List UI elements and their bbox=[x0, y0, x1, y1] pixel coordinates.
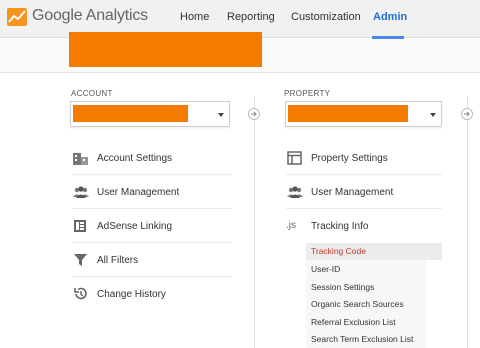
filter-icon bbox=[74, 254, 87, 266]
search-term-exclusion-list-link[interactable]: Search Term Exclusion List bbox=[306, 331, 442, 348]
property-settings-label: Property Settings bbox=[311, 153, 388, 164]
all-filters-label: All Filters bbox=[97, 255, 139, 266]
users-icon bbox=[287, 186, 303, 198]
property-selector[interactable] bbox=[285, 101, 442, 127]
property-user-management-item[interactable]: User Management bbox=[286, 175, 442, 209]
user-id-link[interactable]: User-ID bbox=[306, 261, 442, 278]
session-settings-link[interactable]: Session Settings bbox=[306, 279, 442, 296]
nav-admin[interactable]: Admin bbox=[373, 11, 407, 23]
column-divider bbox=[467, 96, 468, 348]
redacted-account-value bbox=[73, 105, 188, 122]
account-column-label: ACCOUNT bbox=[71, 89, 113, 98]
account-user-management-label: User Management bbox=[97, 187, 180, 198]
users-icon bbox=[73, 186, 89, 198]
organic-search-sources-link[interactable]: Organic Search Sources bbox=[306, 296, 442, 313]
chevron-down-icon bbox=[430, 113, 436, 117]
chevron-down-icon bbox=[218, 113, 224, 117]
tracking-code-link[interactable]: Tracking Code bbox=[306, 243, 442, 260]
brand-title: Google Analytics bbox=[32, 7, 148, 24]
js-icon: .js bbox=[286, 220, 296, 231]
history-icon bbox=[74, 287, 87, 300]
nav-reporting[interactable]: Reporting bbox=[227, 11, 275, 23]
arrow-right-icon bbox=[461, 108, 473, 120]
redacted-account-name bbox=[69, 32, 262, 67]
account-selector[interactable] bbox=[70, 101, 230, 127]
adsense-linking-label: AdSense Linking bbox=[97, 221, 173, 232]
column-divider bbox=[254, 96, 255, 348]
change-history-item[interactable]: Change History bbox=[72, 277, 232, 311]
property-user-management-label: User Management bbox=[311, 187, 394, 198]
property-settings-item[interactable]: Property Settings bbox=[286, 141, 442, 175]
all-filters-item[interactable]: All Filters bbox=[72, 243, 232, 277]
account-user-management-item[interactable]: User Management bbox=[72, 175, 232, 209]
account-settings-item[interactable]: Account Settings bbox=[72, 141, 232, 175]
nav-customization[interactable]: Customization bbox=[291, 11, 361, 23]
property-column-label: PROPERTY bbox=[284, 89, 331, 98]
referral-exclusion-list-link[interactable]: Referral Exclusion List bbox=[306, 314, 442, 331]
analytics-logo-icon bbox=[7, 8, 27, 26]
adsense-icon bbox=[74, 220, 86, 232]
tracking-info-item[interactable]: .js Tracking Info bbox=[286, 209, 442, 243]
nav-home[interactable]: Home bbox=[180, 11, 209, 23]
tracking-info-label: Tracking Info bbox=[311, 221, 369, 232]
redacted-property-value bbox=[288, 105, 408, 122]
arrow-right-icon bbox=[248, 108, 260, 120]
property-settings-icon bbox=[287, 151, 302, 165]
adsense-linking-item[interactable]: AdSense Linking bbox=[72, 209, 232, 243]
change-history-label: Change History bbox=[97, 289, 166, 300]
building-icon bbox=[73, 153, 88, 165]
account-settings-label: Account Settings bbox=[97, 153, 173, 164]
